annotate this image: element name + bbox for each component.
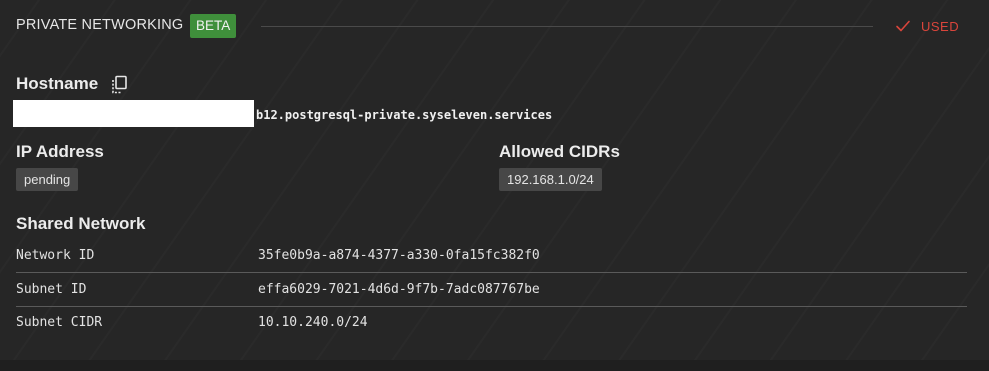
hostname-label: Hostname: [16, 74, 99, 93]
allowed-cidrs-label: Allowed CIDRs: [499, 142, 620, 161]
ip-address-label: IP Address: [16, 142, 104, 161]
panel-bottom-edge: [0, 360, 989, 371]
panel-title: PRIVATE NETWORKING: [16, 17, 184, 33]
copy-icon[interactable]: [110, 75, 128, 95]
network-id-row: Network ID 35fe0b9a-a874-4377-a330-0fa15…: [16, 239, 967, 273]
header-divider: [261, 26, 873, 27]
used-status: USED: [895, 16, 959, 36]
subnet-cidr-value[interactable]: 10.10.240.0/24: [258, 315, 368, 330]
network-id-key: Network ID: [16, 248, 95, 263]
shared-network-label: Shared Network: [16, 214, 146, 233]
subnet-cidr-key: Subnet CIDR: [16, 315, 103, 330]
subnet-id-key: Subnet ID: [16, 282, 87, 297]
redacted-hostname-prefix: [13, 100, 254, 127]
ip-address-tag: pending: [16, 168, 79, 191]
check-icon: [896, 20, 910, 32]
beta-badge: BETA: [190, 14, 237, 38]
private-networking-panel: PRIVATE NETWORKING BETA USED Hostname b1…: [0, 0, 989, 371]
subnet-id-value[interactable]: effa6029-7021-4d6d-9f7b-7adc087767be: [258, 282, 540, 297]
panel-header: PRIVATE NETWORKING BETA USED: [16, 14, 974, 38]
subnet-cidr-row: Subnet CIDR 10.10.240.0/24: [16, 306, 967, 339]
hostname-value[interactable]: b12.postgresql-private.syseleven.service…: [256, 108, 552, 122]
network-id-value[interactable]: 35fe0b9a-a874-4377-a330-0fa15fc382f0: [258, 248, 540, 263]
subnet-id-row: Subnet ID effa6029-7021-4d6d-9f7b-7adc08…: [16, 273, 967, 307]
allowed-cidr-tag: 192.168.1.0/24: [499, 168, 602, 191]
used-label: USED: [921, 18, 960, 34]
